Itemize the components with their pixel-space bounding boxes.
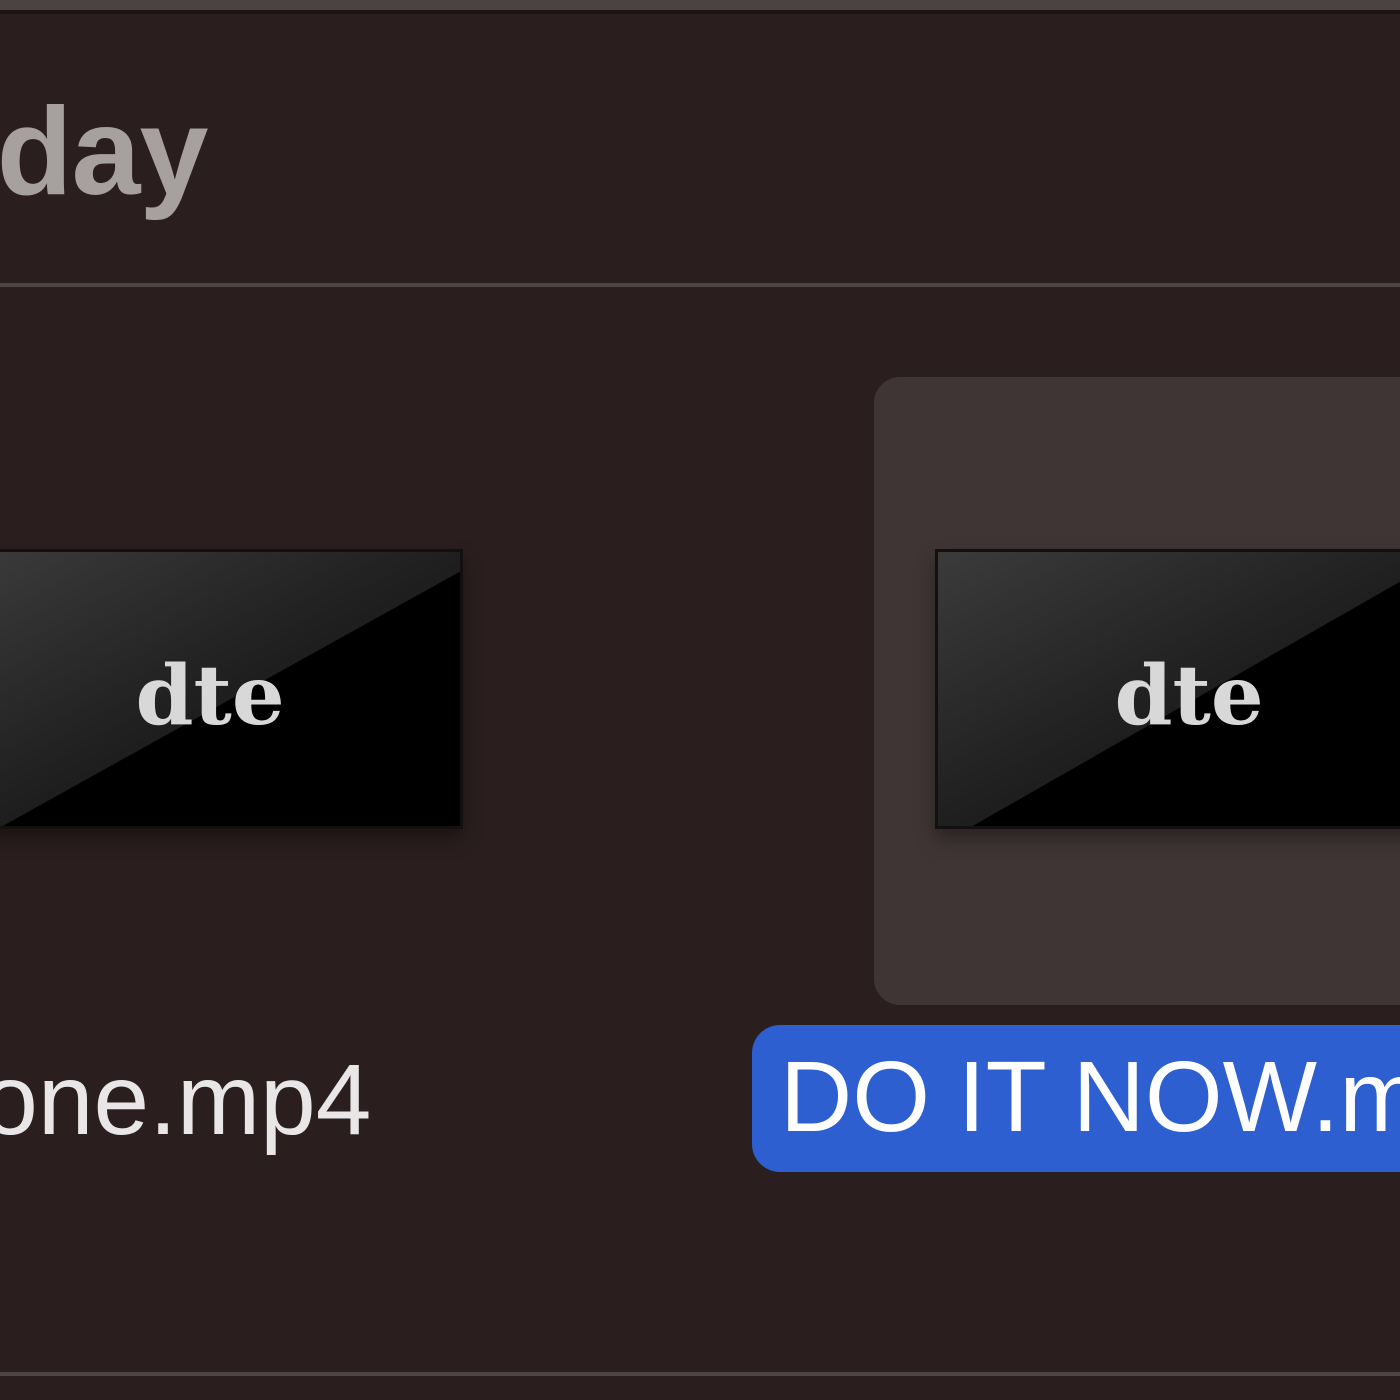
window-top-border bbox=[0, 0, 1400, 10]
section-title: oday bbox=[0, 83, 208, 221]
window-top-shadow bbox=[0, 10, 1400, 14]
thumbnail-logo-text: dte bbox=[1114, 648, 1263, 745]
video-thumbnail-image: dte bbox=[938, 552, 1400, 826]
selected-file-name-highlight[interactable]: DO IT NOW.m bbox=[752, 1025, 1400, 1172]
thumbnail-logo-text: dte bbox=[136, 648, 285, 745]
section-divider bbox=[0, 283, 1400, 287]
file-name-label[interactable]: lone.mp4 bbox=[0, 1040, 371, 1160]
bottom-divider bbox=[0, 1372, 1400, 1376]
file-name-label[interactable]: DO IT NOW.m bbox=[780, 1037, 1400, 1157]
finder-window: oday dte lone.mp4 bbox=[0, 0, 1400, 1400]
video-thumbnail[interactable]: dte bbox=[935, 549, 1400, 829]
video-thumbnail-image: dte bbox=[0, 552, 460, 826]
video-thumbnail[interactable]: dte bbox=[0, 549, 463, 829]
